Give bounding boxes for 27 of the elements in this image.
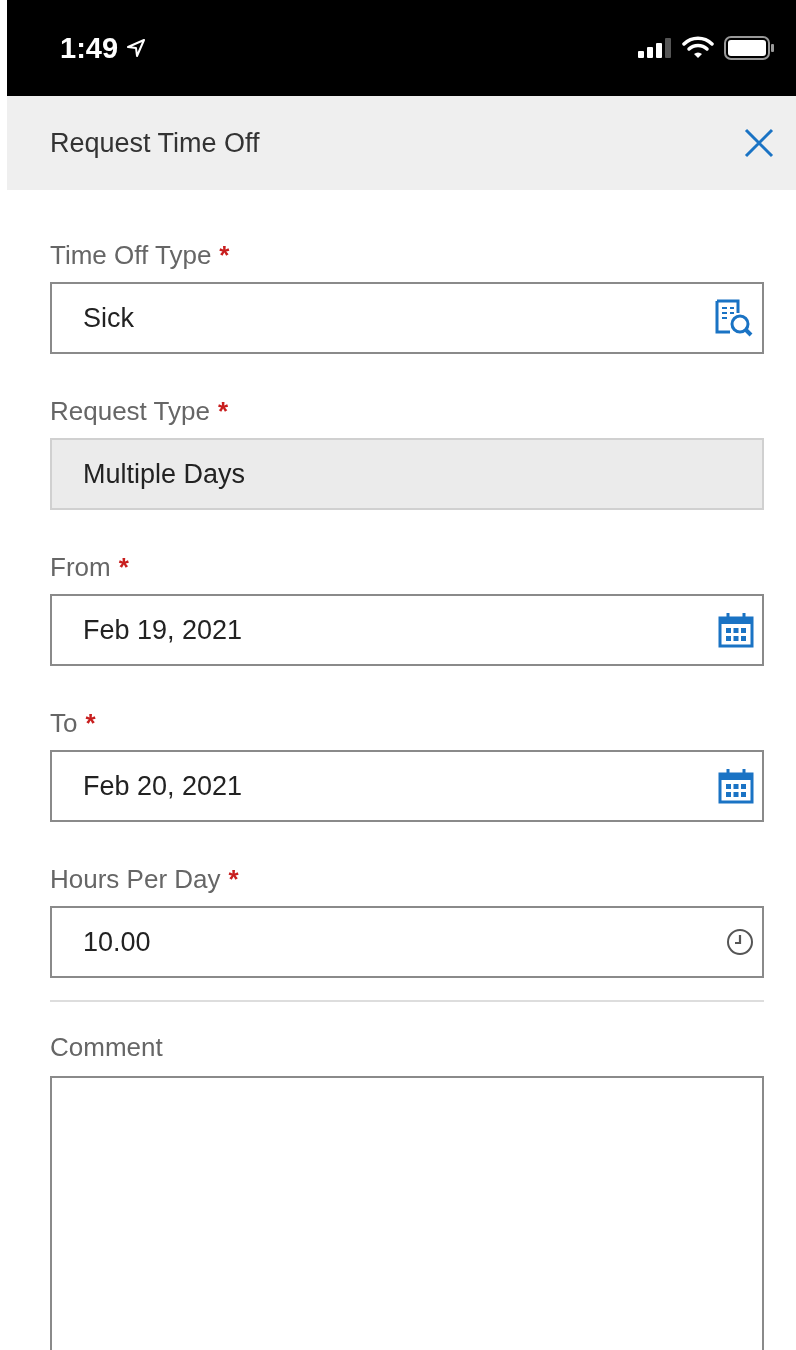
page-title: Request Time Off: [50, 127, 260, 159]
required-asterisk: *: [217, 395, 229, 427]
clock-icon[interactable]: [726, 928, 754, 956]
field-label: Request Type: [50, 395, 210, 427]
field-label: Time Off Type: [50, 239, 212, 271]
close-icon[interactable]: [744, 128, 774, 158]
wifi-icon: [682, 36, 714, 60]
calendar-icon[interactable]: [718, 612, 754, 648]
document-search-icon[interactable]: [714, 299, 754, 337]
field-label: From: [50, 551, 111, 583]
input-field[interactable]: Sick: [50, 282, 764, 354]
required-asterisk: *: [118, 551, 129, 583]
required-asterisk: *: [228, 863, 239, 895]
input-field[interactable]: Feb 20, 2021: [50, 750, 764, 822]
readonly-field: Multiple Days: [50, 438, 764, 510]
battery-icon: [724, 36, 774, 60]
required-asterisk: *: [85, 707, 96, 739]
status-time: 1:49: [60, 31, 119, 65]
input-field[interactable]: Feb 19, 2021: [50, 594, 764, 666]
input-field[interactable]: 10.00: [50, 906, 764, 978]
location-arrow-icon: [126, 38, 147, 58]
calendar-icon[interactable]: [718, 768, 754, 804]
signal-icon: [638, 38, 672, 58]
field-label: Comment: [50, 1031, 163, 1063]
field-label: To: [50, 707, 78, 739]
required-asterisk: *: [219, 239, 230, 271]
field-label: Hours Per Day: [50, 863, 221, 895]
